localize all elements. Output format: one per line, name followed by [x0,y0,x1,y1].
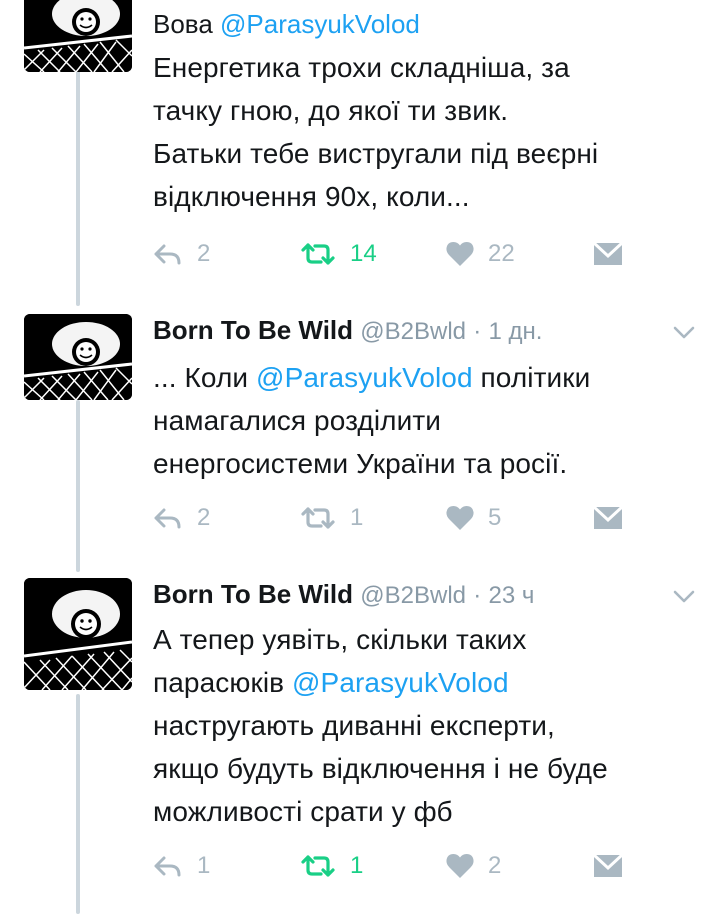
heart-icon [446,506,474,530]
tweet-text-line: парасюків @ParasyukVolod [153,661,698,704]
avatar[interactable] [24,578,132,690]
timestamp[interactable]: 23 ч [489,582,535,609]
direct-message-button[interactable] [593,234,623,274]
tweet-menu-button[interactable] [670,582,698,610]
like-count: 2 [488,852,502,879]
retweet-icon [301,855,335,877]
author-handle[interactable]: @B2Bwld [360,582,466,609]
chevron-down-icon [673,326,695,339]
retweet-count: 14 [350,240,377,267]
avatar[interactable] [24,0,132,72]
avatar-image [24,0,132,72]
tweet-text-line: настругають диванні експерти, [153,710,555,741]
tweet-actions: 2 1 5 [153,498,633,538]
reply-button[interactable]: 2 [153,234,210,274]
tweet-text-line: якщо будуть відключення і не буде [153,753,608,784]
tweet-text: ... Коли @ParasyukVolod політики намагал… [153,356,698,485]
tweet-header: Born To Be Wild @B2Bwld · 1 дн. [153,312,542,348]
tweet-actions: 1 1 2 [153,846,633,886]
tweet-text: Енергетика трохи складніша, за тачку гно… [153,46,698,218]
reply-button[interactable]: 1 [153,846,210,886]
reply-icon [154,856,181,877]
tweet-text-line: А тепер уявіть, скільки таких [153,624,527,655]
tweet-text-line: відключення 90х, коли... [153,181,470,212]
tweet-text-fragment: ... Коли [153,362,257,393]
reply-count: 2 [197,240,211,267]
thread-line [76,694,80,914]
direct-message-icon [593,505,623,529]
tweet-text-line: тачку гною, до якої ти звик. [153,95,509,126]
tweet-text-line: можливості срати у фб [153,796,453,827]
like-count: 5 [488,504,502,531]
direct-message-icon [593,853,623,877]
meta-separator: · [473,318,482,345]
author-name[interactable]: Born To Be Wild [153,315,353,345]
heart-icon [446,242,474,266]
chevron-down-icon [673,590,695,603]
like-button[interactable]: 2 [446,846,501,886]
author-name[interactable]: Вова [153,9,213,39]
direct-message-icon [593,241,623,265]
tweet-menu-button[interactable] [670,318,698,346]
retweet-button[interactable]: 1 [300,498,363,538]
meta-separator: · [473,582,482,609]
tweet-text-line: енергосистеми України та росії. [153,448,568,479]
mention-link[interactable]: @ParasyukVolod [292,667,509,698]
author-handle-link[interactable]: @ParasyukVolod [220,9,420,39]
tweet-text-line: ... Коли @ParasyukVolod політики [153,356,698,399]
like-count: 22 [488,240,515,267]
retweet-icon [301,507,335,529]
retweet-button[interactable]: 14 [300,234,377,274]
thread-line [76,400,80,572]
direct-message-button[interactable] [593,846,623,886]
retweet-button[interactable]: 1 [300,846,363,886]
avatar-image [24,578,132,690]
tweet-header: Born To Be Wild @B2Bwld · 23 ч [153,576,534,612]
retweet-count: 1 [350,852,364,879]
reply-button[interactable]: 2 [153,498,210,538]
retweet-count: 1 [350,504,364,531]
tweet-text-fragment: політики [472,362,591,393]
like-button[interactable]: 22 [446,234,515,274]
tweet-text-line: Енергетика трохи складніша, за [153,52,570,83]
tweet-header: Вова @ParasyukVolod [153,6,420,42]
avatar-image [24,314,132,400]
reply-count: 2 [197,504,211,531]
tweet-text-line: Батьки тебе вистругали під веєрні [153,138,599,169]
mention-link[interactable]: @ParasyukVolod [256,362,473,393]
direct-message-button[interactable] [593,498,623,538]
tweet-text-line: намагалися розділити [153,405,442,436]
like-button[interactable]: 5 [446,498,501,538]
reply-count: 1 [197,852,211,879]
author-name[interactable]: Born To Be Wild [153,579,353,609]
tweet-actions: 2 14 22 [153,234,633,274]
retweet-icon [301,243,335,265]
tweet-text: А тепер уявіть, скільки таких парасюків … [153,618,698,833]
reply-icon [154,508,181,529]
reply-icon [154,244,181,265]
heart-icon [446,854,474,878]
author-handle[interactable]: @B2Bwld [360,318,466,345]
timestamp[interactable]: 1 дн. [489,318,543,345]
avatar[interactable] [24,314,132,400]
tweet-text-fragment: парасюків [153,667,293,698]
